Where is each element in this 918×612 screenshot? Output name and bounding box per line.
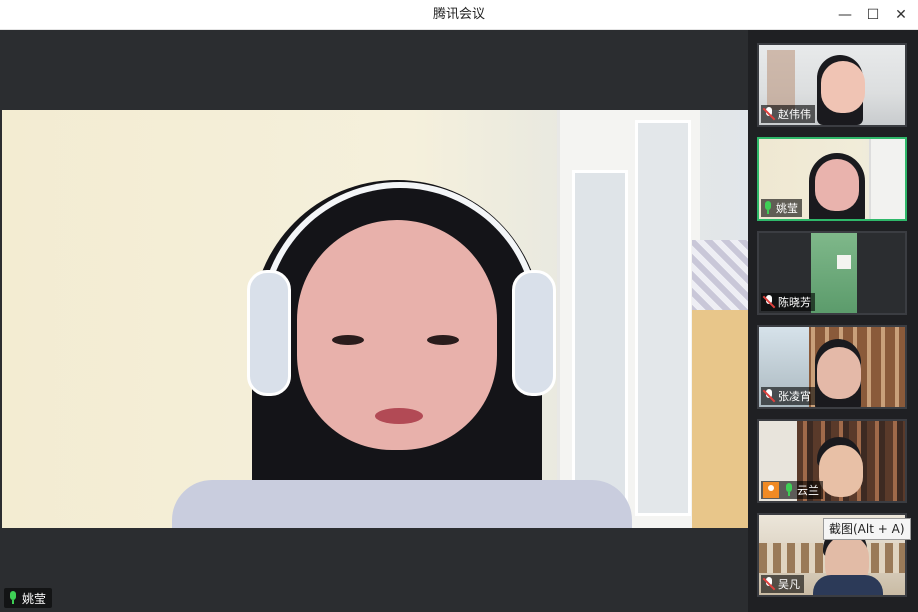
- mouth: [375, 408, 423, 424]
- mic-muted-icon: [763, 389, 775, 403]
- mic-muted-icon: [763, 107, 775, 121]
- green-wall: [811, 233, 857, 313]
- headphones-icon: [260, 182, 540, 382]
- mic-muted-icon: [763, 295, 775, 309]
- mic-on-icon: [763, 201, 773, 215]
- face: [817, 347, 861, 399]
- main-video-feed[interactable]: [2, 110, 748, 528]
- face: [819, 445, 863, 497]
- close-button[interactable]: ✕: [891, 5, 911, 25]
- avatar-icon: [763, 482, 779, 498]
- speaker-video: [152, 180, 652, 528]
- earcup: [512, 270, 556, 396]
- participant-label: 姚莹: [761, 199, 802, 217]
- background-shelf: [692, 310, 748, 528]
- participant-tile[interactable]: 云兰: [757, 419, 907, 503]
- participant-name: 赵伟伟: [778, 108, 811, 121]
- background-cabinet: [869, 139, 905, 219]
- title-bar: 腾讯会议 — ☐ ✕: [0, 0, 918, 30]
- participant-label: 赵伟伟: [761, 105, 815, 123]
- shirt: [172, 480, 632, 528]
- main-stage: 姚莹: [2, 30, 748, 610]
- clothing: [813, 575, 883, 595]
- participant-label: 张凌宵: [761, 387, 815, 405]
- screenshot-tooltip: 截图(Alt + A): [823, 518, 911, 540]
- main-speaker-label: 姚莹: [4, 588, 53, 608]
- participant-label: 陈晓芳: [761, 293, 815, 311]
- participant-name: 陈晓芳: [778, 296, 811, 309]
- mic-on-icon: [784, 483, 794, 497]
- participant-name: 张凌宵: [778, 390, 811, 403]
- participant-tile[interactable]: 陈晓芳: [757, 231, 907, 315]
- mic-muted-icon: [763, 577, 775, 591]
- participant-tile[interactable]: 姚莹: [757, 137, 907, 221]
- face: [815, 159, 859, 211]
- participant-tile[interactable]: 张凌宵: [757, 325, 907, 409]
- participant-name: 云兰: [797, 484, 819, 497]
- participant-name: 吴凡: [778, 578, 800, 591]
- maximize-button[interactable]: ☐: [863, 5, 883, 25]
- window-frame: [767, 50, 795, 110]
- wall-light: [837, 255, 851, 269]
- participant-label: 吴凡: [761, 575, 804, 593]
- participant-tile[interactable]: 赵伟伟: [757, 43, 907, 127]
- main-speaker-name: 姚莹: [22, 591, 47, 606]
- participant-name: 姚莹: [776, 202, 798, 215]
- face: [821, 61, 865, 113]
- earcup: [247, 270, 291, 396]
- minimize-button[interactable]: —: [835, 5, 855, 25]
- mic-on-icon: [8, 591, 18, 605]
- window-title: 腾讯会议: [432, 7, 485, 22]
- participant-label: 云兰: [761, 481, 823, 499]
